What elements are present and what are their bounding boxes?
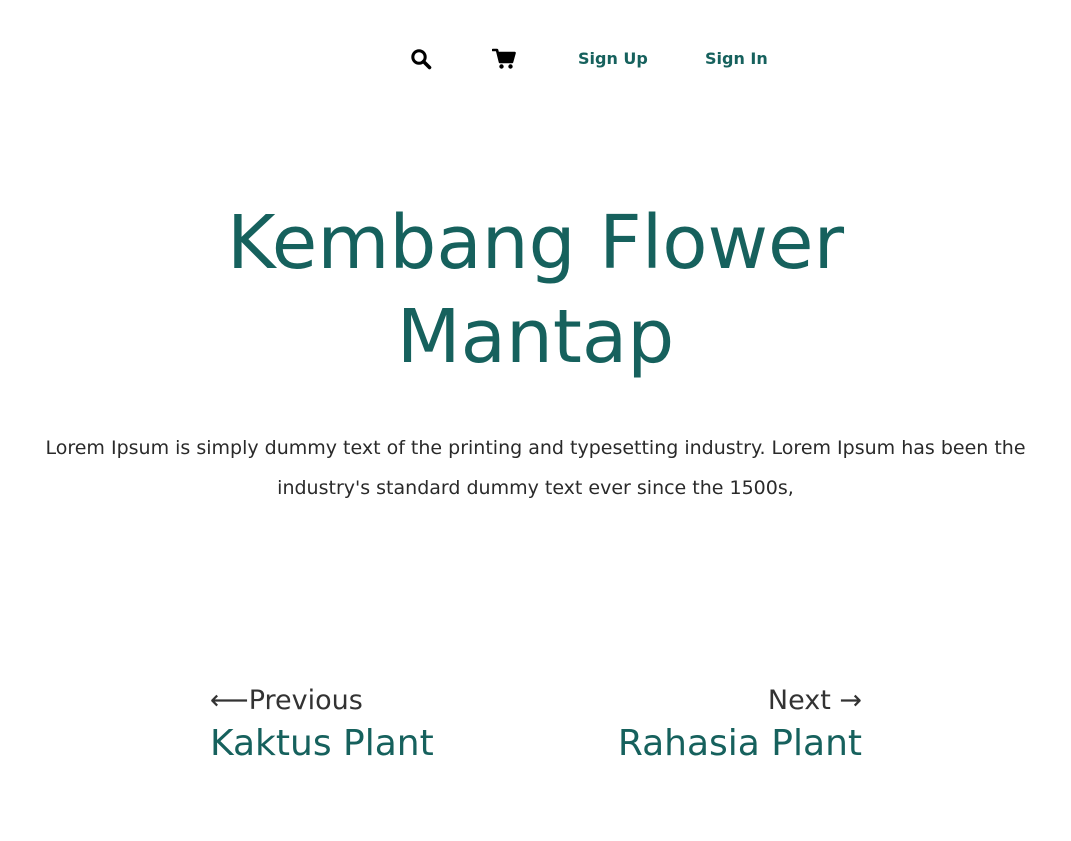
cart-button[interactable] bbox=[492, 47, 516, 71]
previous-post-title: Kaktus Plant bbox=[210, 723, 434, 764]
previous-text: Previous bbox=[248, 685, 363, 716]
sign-up-link[interactable]: Sign Up bbox=[578, 49, 648, 68]
cart-icon bbox=[492, 48, 516, 69]
arrow-left-icon: ⟵ bbox=[210, 685, 249, 716]
next-label: Next → bbox=[618, 682, 862, 720]
next-text: Next bbox=[767, 685, 831, 716]
search-icon bbox=[411, 49, 432, 70]
sign-in-link[interactable]: Sign In bbox=[705, 49, 768, 68]
post-navigation: ⟵Previous Kaktus Plant Next → Rahasia Pl… bbox=[210, 682, 862, 782]
hero-title-line-2: Mantap bbox=[396, 294, 675, 380]
hero-description: Lorem Ipsum is simply dummy text of the … bbox=[45, 437, 1026, 499]
previous-label: ⟵Previous bbox=[210, 682, 434, 720]
top-navigation: Sign Up Sign In bbox=[0, 44, 1071, 74]
hero-title-line-1: Kembang Flower bbox=[226, 200, 845, 286]
search-button[interactable] bbox=[409, 47, 433, 71]
page: Sign Up Sign In Kembang Flower Mantap Lo… bbox=[0, 0, 1071, 841]
next-post-link[interactable]: Next → Rahasia Plant bbox=[618, 682, 862, 768]
hero-title: Kembang Flower Mantap bbox=[0, 196, 1071, 384]
next-post-title: Rahasia Plant bbox=[617, 723, 862, 764]
previous-post-link[interactable]: ⟵Previous Kaktus Plant bbox=[210, 682, 434, 768]
arrow-right-icon: → bbox=[839, 685, 862, 716]
